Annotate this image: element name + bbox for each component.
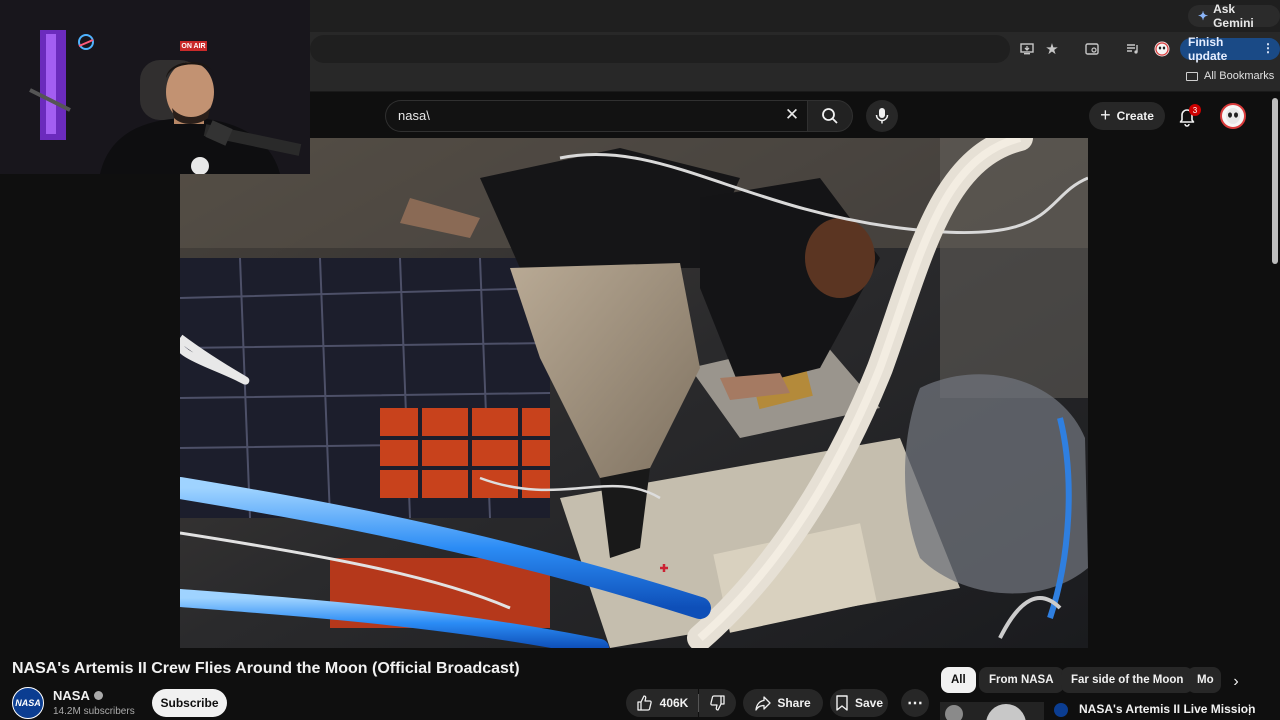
kebab-menu-icon: ⋮: [1262, 41, 1274, 55]
gemini-sparkle-icon: ✦: [1198, 9, 1209, 23]
share-label: Share: [777, 696, 811, 710]
channel-avatar[interactable]: NASA: [12, 687, 44, 719]
chip-truncated[interactable]: Mo: [1187, 667, 1221, 693]
recommendation-thumbnail[interactable]: [940, 702, 1044, 720]
create-label: Create: [1116, 109, 1154, 123]
channel-name: NASA: [53, 688, 90, 703]
thumbs-up-icon: [637, 695, 652, 711]
subscriber-count: 14.2M subscribers: [53, 706, 135, 717]
on-air-sign: ON AIR: [180, 41, 207, 51]
kebab-menu-icon[interactable]: ⋮: [1243, 702, 1256, 718]
recommendation-channel-avatar[interactable]: [1054, 703, 1068, 717]
verified-badge-icon: [93, 691, 103, 700]
like-count: 406K: [659, 696, 689, 710]
notification-count-badge: 3: [1189, 104, 1201, 116]
microphone-icon: [875, 108, 889, 124]
chip-from-nasa[interactable]: From NASA: [979, 667, 1064, 693]
profile-avatar-icon[interactable]: [1153, 40, 1171, 58]
chip-all[interactable]: All: [941, 667, 976, 693]
bookmark-save-icon: [836, 695, 848, 711]
search-icon: [822, 108, 838, 124]
search-input[interactable]: nasa\: [398, 108, 430, 123]
install-app-icon[interactable]: [1018, 40, 1036, 58]
video-frame: [180, 138, 1088, 648]
subscribe-button[interactable]: Subscribe: [152, 689, 227, 717]
plus-icon: +: [1100, 104, 1111, 125]
search-box[interactable]: [385, 100, 807, 132]
channel-name-link[interactable]: NASA: [53, 688, 103, 703]
media-controls-icon[interactable]: [1124, 40, 1142, 58]
save-button[interactable]: Save: [830, 689, 888, 717]
all-bookmarks-button[interactable]: All Bookmarks: [1186, 70, 1274, 82]
all-bookmarks-label: All Bookmarks: [1204, 70, 1275, 82]
save-label: Save: [854, 696, 884, 710]
finish-update-label: Finish update: [1188, 35, 1228, 63]
voice-search-button[interactable]: [866, 100, 898, 132]
recommendation-title[interactable]: NASA's Artemis II Live Mission: [1079, 702, 1255, 716]
more-actions-icon[interactable]: ⋯: [901, 689, 929, 717]
video-title: NASA's Artemis II Crew Flies Around the …: [12, 660, 520, 677]
create-button[interactable]: + Create: [1089, 102, 1165, 130]
finish-update-button[interactable]: Finish update ⋮: [1180, 35, 1280, 63]
chevron-right-icon[interactable]: ›: [1224, 670, 1248, 694]
share-button[interactable]: Share: [743, 689, 823, 717]
clear-search-icon[interactable]: ✕: [781, 104, 803, 126]
address-bar[interactable]: [310, 35, 1010, 63]
dislike-button[interactable]: [699, 689, 736, 717]
folder-icon: [1186, 71, 1198, 81]
like-button[interactable]: 406K: [626, 689, 698, 717]
chip-far-side-of-the-moon[interactable]: Far side of the Moon: [1061, 667, 1194, 693]
thumbs-down-icon: [709, 695, 725, 711]
ask-gemini-button[interactable]: ✦ Ask Gemini: [1188, 2, 1280, 30]
tab-search-icon[interactable]: [1083, 40, 1101, 58]
webcam-overlay: ON AIR: [0, 0, 310, 174]
bookmark-star-icon[interactable]: ★: [1043, 40, 1061, 58]
account-avatar[interactable]: [1220, 103, 1246, 129]
search-button[interactable]: [807, 100, 853, 132]
page-scrollbar-thumb[interactable]: [1272, 98, 1278, 264]
video-player[interactable]: [180, 138, 1088, 648]
share-arrow-icon: [755, 696, 771, 711]
ask-gemini-label: Ask Gemini: [1213, 2, 1254, 30]
